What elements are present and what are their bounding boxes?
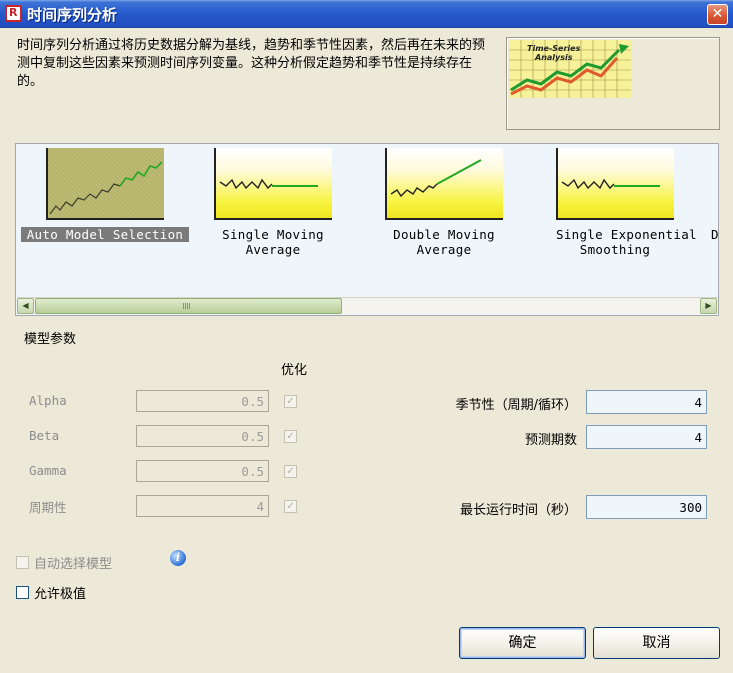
- model-auto-selection[interactable]: Auto Model Selection: [21, 148, 189, 242]
- optimize-header: 优化: [281, 363, 308, 378]
- scroll-right-icon[interactable]: ▶: [700, 298, 717, 314]
- periodicity-label: 周期性: [29, 500, 67, 515]
- rising-forecast-chart-icon: [385, 148, 503, 220]
- auto-trend-chart-icon: [46, 148, 164, 220]
- beta-optimize-checkbox: ✓: [284, 430, 297, 443]
- beta-input: 0.5: [136, 425, 269, 447]
- time-series-illustration: Time-Series Analysis: [509, 40, 631, 98]
- horizontal-scrollbar[interactable]: ◀ ▶: [17, 297, 717, 314]
- model-label: Single Moving Average: [222, 227, 324, 257]
- gamma-input: 0.5: [136, 460, 269, 482]
- forecast-periods-label: 预测期数: [524, 433, 577, 448]
- model-label: D: [711, 227, 719, 242]
- model-label: Double Moving Average: [393, 227, 495, 257]
- hero-title-line1: Time-Series: [527, 44, 581, 53]
- seasonality-input[interactable]: 4: [586, 390, 707, 414]
- ok-button[interactable]: 确定: [459, 627, 586, 659]
- auto-select-checkbox: [16, 556, 29, 569]
- max-runtime-label: 最长运行时间（秒）: [459, 503, 577, 518]
- gamma-optimize-checkbox: ✓: [284, 465, 297, 478]
- section-title: 模型参数: [24, 332, 77, 347]
- alpha-input: 0.5: [136, 390, 269, 412]
- forecast-periods-input[interactable]: 4: [586, 425, 707, 449]
- hero-image: Time-Series Analysis: [506, 37, 720, 130]
- periodicity-optimize-checkbox: ✓: [284, 500, 297, 513]
- periodicity-input: 4: [136, 495, 269, 517]
- cancel-button[interactable]: 取消: [593, 627, 720, 659]
- allow-extreme-checkbox[interactable]: [16, 586, 29, 599]
- close-button[interactable]: ✕: [707, 4, 728, 25]
- info-icon[interactable]: i: [170, 550, 186, 566]
- title-bar: 时间序列分析 ✕: [0, 0, 733, 28]
- model-double-moving-average[interactable]: Double Moving Average: [385, 148, 503, 257]
- window-title: 时间序列分析: [27, 6, 118, 24]
- hero-title-line2: Analysis: [534, 53, 573, 62]
- beta-label: Beta: [29, 428, 60, 443]
- scrollbar-thumb[interactable]: [35, 298, 342, 314]
- alpha-label: Alpha: [29, 393, 67, 408]
- seasonality-label: 季节性（周期/循环）: [455, 398, 577, 413]
- description-text: 时间序列分析通过将历史数据分解为基线，趋势和季节性因素，然后再在未来的预测中复制…: [17, 38, 486, 89]
- allow-extreme-label[interactable]: 允许极值: [34, 583, 86, 602]
- model-label: Single Exponential Smoothing: [556, 227, 697, 257]
- scroll-left-icon[interactable]: ◀: [17, 298, 34, 314]
- model-single-moving-average[interactable]: Single Moving Average: [214, 148, 332, 257]
- model-label: Auto Model Selection: [21, 227, 189, 242]
- alpha-optimize-checkbox: ✓: [284, 395, 297, 408]
- gamma-label: Gamma: [29, 463, 67, 478]
- model-partial[interactable]: D: [711, 148, 719, 242]
- model-gallery[interactable]: Auto Model Selection Single Moving Avera…: [15, 143, 719, 316]
- flat-forecast-chart-icon: [214, 148, 332, 220]
- flat-forecast-chart-icon: [556, 148, 674, 220]
- model-single-exponential-smoothing[interactable]: Single Exponential Smoothing: [556, 148, 697, 257]
- app-icon: [5, 5, 22, 22]
- max-runtime-input[interactable]: 300: [586, 495, 707, 519]
- auto-select-label: 自动选择模型: [34, 557, 113, 572]
